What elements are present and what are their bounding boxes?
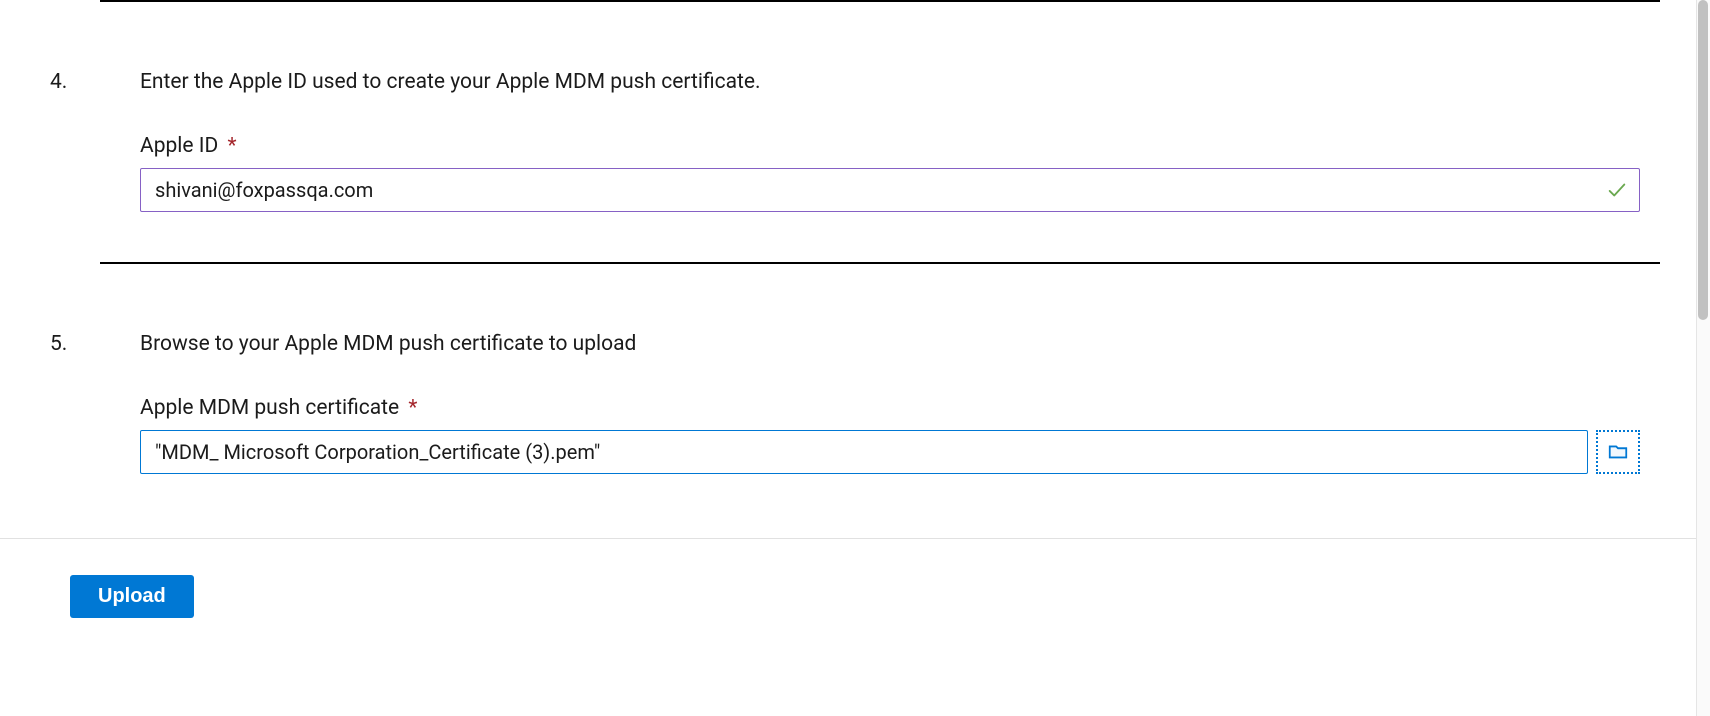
certificate-input-wrapper	[140, 430, 1588, 474]
required-marker: *	[408, 396, 417, 420]
browse-button[interactable]	[1596, 430, 1640, 474]
step-4-number: 4.	[50, 70, 140, 94]
certificate-label-text: Apple MDM push certificate	[140, 396, 399, 420]
apple-id-label-text: Apple ID	[140, 134, 218, 158]
folder-icon	[1607, 440, 1629, 465]
certificate-label: Apple MDM push certificate *	[140, 396, 1640, 420]
apple-id-input[interactable]	[155, 169, 1625, 211]
certificate-input[interactable]	[155, 431, 1573, 473]
upload-button[interactable]: Upload	[70, 575, 194, 618]
step-4: 4. Enter the Apple ID used to create you…	[50, 2, 1670, 262]
apple-id-label: Apple ID *	[140, 134, 1640, 158]
scrollbar-thumb[interactable]	[1698, 0, 1708, 320]
step-5-instruction: Browse to your Apple MDM push certificat…	[140, 332, 1640, 356]
checkmark-icon	[1605, 178, 1629, 202]
step-5: 5. Browse to your Apple MDM push certifi…	[50, 264, 1670, 524]
scrollbar[interactable]	[1696, 0, 1710, 716]
required-marker: *	[227, 134, 236, 158]
step-4-instruction: Enter the Apple ID used to create your A…	[140, 70, 1640, 94]
apple-id-input-wrapper	[140, 168, 1640, 212]
footer: Upload	[0, 538, 1710, 618]
step-5-number: 5.	[50, 332, 140, 356]
